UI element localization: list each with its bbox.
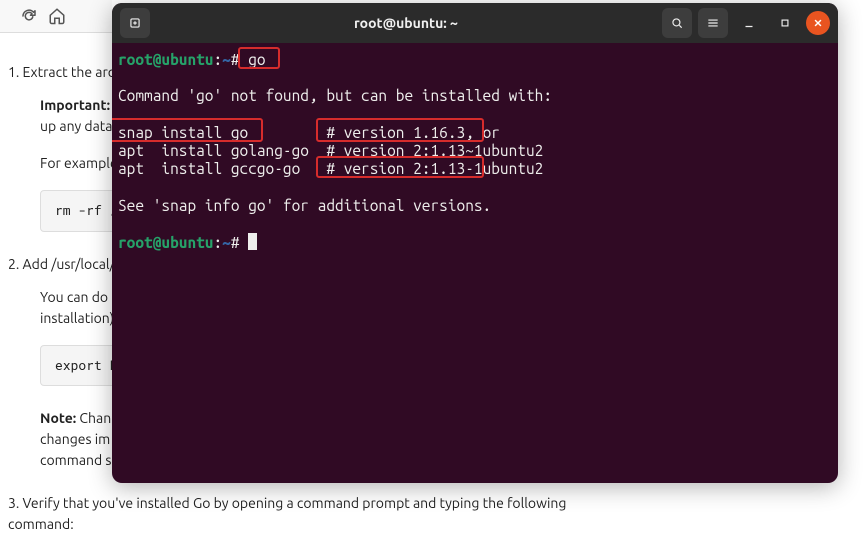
menu-button[interactable] [698, 8, 728, 38]
cursor [248, 233, 257, 250]
out-snap-trail: or [474, 124, 500, 141]
note-label: Note: [40, 410, 76, 426]
terminal-body[interactable]: root@ubuntu:~# go Command 'go' not found… [112, 43, 838, 483]
prompt-user: root@ubuntu [118, 51, 213, 68]
home-icon[interactable] [48, 7, 66, 25]
prompt-path: ~ [222, 51, 231, 68]
out-apt2b: # version 2:1.13- [326, 160, 474, 177]
window-title: root@ubuntu: ~ [150, 15, 662, 31]
cmd1: go [248, 51, 265, 68]
minimize-button[interactable] [734, 8, 764, 38]
maximize-button[interactable] [770, 8, 800, 38]
browser-toolbar [0, 0, 112, 33]
reload-icon[interactable] [20, 7, 38, 25]
prompt-symbol: # [231, 51, 240, 68]
out-apt1: apt install golang-go # version 2:1.13~1… [118, 142, 543, 159]
prompt2-user: root@ubuntu [118, 234, 213, 251]
important-label: Important: [40, 97, 110, 113]
prompt2-path: ~ [222, 234, 231, 251]
out-line5: See 'snap info go' for additional versio… [118, 197, 491, 214]
prompt2-symbol: # [231, 234, 240, 251]
out-snap: snap install go [118, 124, 248, 141]
out-apt2c: 1ubuntu2 [474, 160, 543, 177]
close-button[interactable] [806, 11, 830, 35]
out-apt2a: apt install gccgo-go [118, 160, 326, 177]
out-snap-comment: # version 1.16.3, [326, 124, 474, 141]
out-line1: Command 'go' not found, but can be insta… [118, 87, 552, 104]
terminal-window: root@ubuntu: ~ root@ubuntu:~# go Command… [112, 3, 838, 483]
step3-intro: 3. Verify that you've installed Go by op… [8, 493, 620, 535]
new-tab-button[interactable] [120, 8, 150, 38]
search-button[interactable] [662, 8, 692, 38]
titlebar: root@ubuntu: ~ [112, 3, 838, 43]
